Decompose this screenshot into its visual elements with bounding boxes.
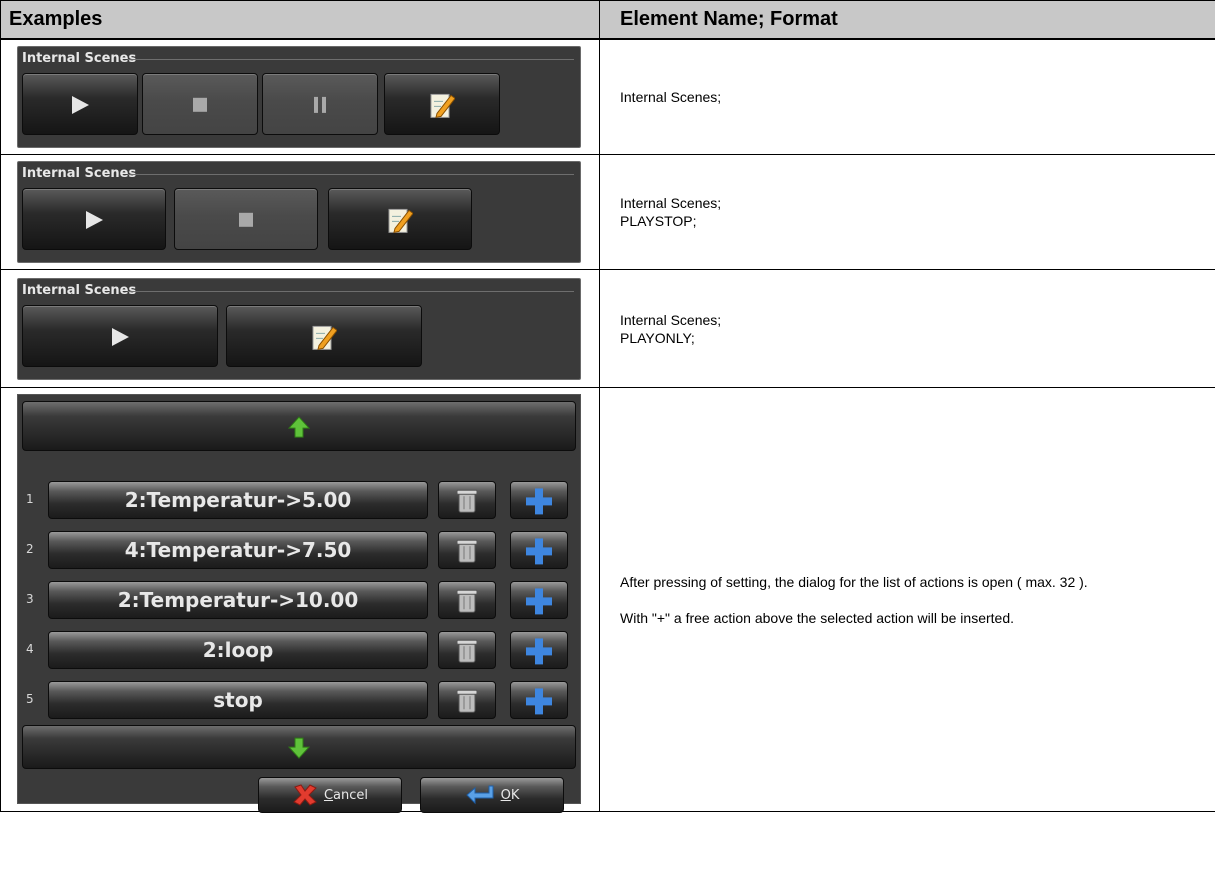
pause-button[interactable] [262,72,378,135]
format-line: PLAYSTOP; [620,213,697,229]
play-button[interactable] [22,304,218,367]
delete-action-button[interactable] [438,531,496,569]
stop-button[interactable] [142,72,258,135]
plus-icon [526,488,552,515]
examples-table: Examples Element Name; Format Internal S… [0,0,1215,813]
action-item[interactable]: 2:Temperatur->10.00 [48,581,428,619]
add-action-button[interactable] [510,531,568,569]
stop-icon [193,97,207,112]
trash-icon [456,689,478,713]
play-button[interactable] [22,72,138,135]
format-cell-3: Internal Scenes; PLAYONLY; [599,269,1215,388]
ok-button[interactable]: OK [420,777,564,813]
example-cell-2: Internal Scenes [0,154,600,270]
internal-scenes-widget: Internal Scenes [17,277,581,380]
example-cell-1: Internal Scenes [0,38,600,155]
add-action-button[interactable] [510,481,568,519]
delete-action-button[interactable] [438,581,496,619]
format-line: Internal Scenes; [620,88,722,105]
internal-scenes-widget: Internal Scenes [17,161,581,263]
arrow-down-icon [288,737,310,759]
description-para-2: With "+" a free action above the selecte… [620,609,1014,626]
action-number: 3 [26,592,34,606]
edit-button[interactable] [328,188,472,250]
enter-icon [465,785,494,805]
action-number: 1 [26,492,34,506]
description-para-1: After pressing of setting, the dialog fo… [620,573,1088,590]
action-item[interactable]: 4:Temperatur->7.50 [48,531,428,569]
action-number: 5 [26,692,34,706]
action-number: 4 [26,642,34,656]
format-cell-2: Internal Scenes; PLAYSTOP; [599,154,1215,270]
stop-icon [239,212,253,227]
edit-icon [388,208,413,234]
action-item[interactable]: stop [48,681,428,719]
example-cell-4: 1 2:Temperatur->5.00 2 4:Temperatur->7.5… [0,387,600,813]
cancel-button[interactable]: Cancel [258,777,402,813]
trash-icon [456,639,478,663]
cancel-mnemonic: C [323,787,334,803]
format-line: Internal Scenes; [620,195,722,211]
cancel-label: Cancel [324,788,368,803]
header-examples: Examples [0,0,600,40]
widget-title: Internal Scenes [22,282,137,298]
plus-icon [526,688,552,715]
trash-icon [456,489,478,513]
play-icon [112,327,129,346]
action-item[interactable]: 2:loop [48,631,428,669]
edit-icon [430,93,455,118]
edit-icon [312,325,337,350]
ok-label: OK [501,788,520,803]
scroll-down-button[interactable] [22,725,576,769]
widget-title: Internal Scenes [22,50,137,66]
plus-icon [526,638,552,665]
scroll-up-button[interactable] [22,401,576,451]
title-divider [128,174,574,175]
play-icon [86,211,103,229]
edit-button[interactable] [384,72,500,135]
pause-icon [314,96,326,113]
action-item[interactable]: 2:Temperatur->5.00 [48,481,428,519]
delete-action-button[interactable] [438,481,496,519]
action-list-dialog: 1 2:Temperatur->5.00 2 4:Temperatur->7.5… [17,394,581,813]
title-divider [128,58,574,60]
title-divider [128,290,574,292]
format-cell-1: Internal Scenes; [599,38,1215,155]
format-cell-4: After pressing of setting, the dialog fo… [599,387,1215,812]
format-line: PLAYONLY; [620,329,695,346]
add-action-button[interactable] [510,681,568,719]
ok-label-rest: K [510,787,520,803]
edit-button[interactable] [226,304,422,367]
cancel-label-rest: ancel [333,787,369,803]
header-element-format: Element Name; Format [599,0,1215,40]
widget-title: Internal Scenes [22,166,137,181]
trash-icon [456,539,478,563]
stop-button[interactable] [174,188,318,250]
ok-mnemonic: O [500,787,511,803]
trash-icon [456,589,478,613]
action-number: 2 [26,542,34,556]
cancel-icon [293,784,317,806]
play-icon [72,95,89,114]
plus-icon [526,588,552,615]
plus-icon [526,538,552,565]
add-action-button[interactable] [510,631,568,669]
internal-scenes-widget: Internal Scenes [17,45,581,148]
arrow-up-icon [288,416,310,438]
delete-action-button[interactable] [438,631,496,669]
delete-action-button[interactable] [438,681,496,719]
add-action-button[interactable] [510,581,568,619]
example-cell-3: Internal Scenes [0,269,600,388]
format-line: Internal Scenes; [620,311,722,328]
play-button[interactable] [22,188,166,250]
